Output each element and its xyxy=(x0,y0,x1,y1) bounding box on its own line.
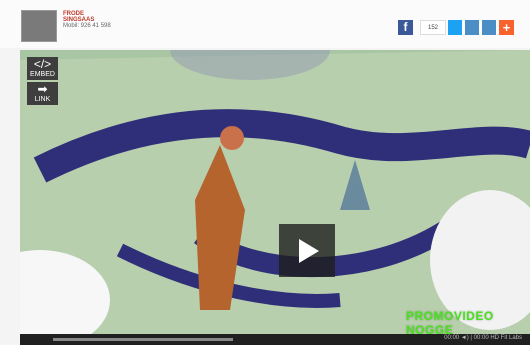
twitter-share-button[interactable] xyxy=(448,20,462,35)
more-share-button[interactable]: + xyxy=(499,20,514,35)
link-button[interactable]: ➡ LINK xyxy=(27,82,58,105)
print-button[interactable] xyxy=(482,20,496,35)
top-bar: FRODE SINGSAAS Mobil: 926 41 598 f 152 + xyxy=(0,0,530,48)
author-phone: Mobil: 926 41 598 xyxy=(63,23,111,29)
share-count: 152 xyxy=(420,20,446,35)
video-player[interactable] xyxy=(20,50,530,340)
video-controls-bar[interactable]: 00:00 ◄) | 00:00 HD Fit Labs xyxy=(20,334,530,345)
video-frame-illustration xyxy=(20,50,530,340)
code-icon: </> xyxy=(33,57,52,71)
arrow-right-icon: ➡ xyxy=(37,82,48,96)
facebook-share-button[interactable]: f xyxy=(398,20,413,35)
play-button[interactable] xyxy=(279,224,335,277)
embed-button[interactable]: </> EMBED xyxy=(27,57,58,80)
watermark: PROMOVIDEO NOGGE xyxy=(406,309,494,337)
link-label: LINK xyxy=(34,96,51,103)
progress-bar[interactable] xyxy=(53,338,233,341)
embed-label: EMBED xyxy=(30,71,55,78)
avatar[interactable] xyxy=(21,10,57,42)
controls-text: 00:00 ◄) | 00:00 HD Fit Labs xyxy=(444,335,522,341)
mail-share-button[interactable] xyxy=(465,20,479,35)
author-info: FRODE SINGSAAS Mobil: 926 41 598 xyxy=(63,11,111,29)
